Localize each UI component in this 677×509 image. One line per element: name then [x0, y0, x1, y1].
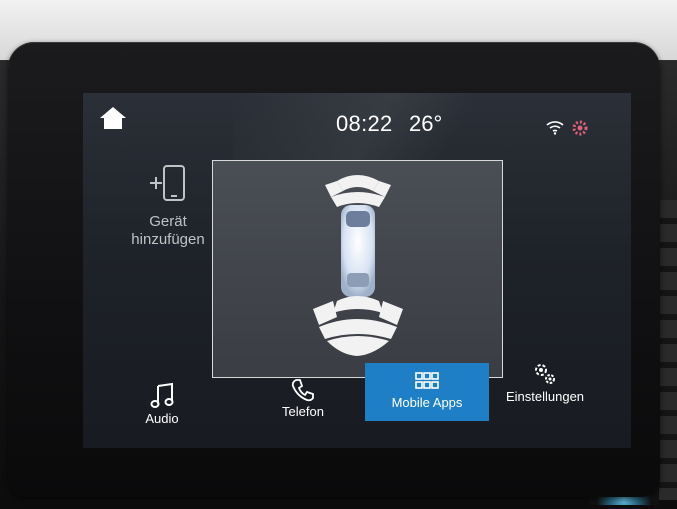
- phone-icon: [291, 379, 314, 402]
- nav-settings-label: Einstellungen: [505, 389, 585, 404]
- front-sensor-zones: [325, 175, 391, 207]
- nav-settings[interactable]: Einstellungen: [495, 359, 595, 419]
- parking-sensor-view: [212, 160, 503, 378]
- add-device-label-line1: Gerät: [149, 213, 187, 230]
- wifi-icon: [546, 121, 564, 135]
- grid-icon: [415, 372, 439, 389]
- parking-sensor-graphic: [313, 175, 403, 356]
- add-device-label-line2: hinzufügen: [131, 231, 205, 248]
- nav-mobile-apps-label: Mobile Apps: [391, 395, 463, 410]
- add-device-button[interactable]: Gerät hinzufügen: [118, 163, 218, 249]
- infotainment-screen: 08:22 26° Gerät hinzufügen Audio Telefon…: [83, 93, 631, 448]
- temperature: 26°: [409, 111, 443, 136]
- add-device-icon: [150, 165, 185, 201]
- nav-audio[interactable]: Audio: [127, 381, 197, 441]
- nav-phone-label: Telefon: [282, 404, 324, 419]
- nav-audio-label: Audio: [145, 411, 179, 426]
- nav-phone[interactable]: Telefon: [263, 376, 343, 436]
- rear-sensor-zones: [313, 296, 403, 356]
- music-note-icon: [150, 382, 174, 408]
- clock: 08:22: [336, 111, 393, 136]
- nav-mobile-apps[interactable]: Mobile Apps: [365, 363, 489, 421]
- home-icon[interactable]: [99, 105, 127, 131]
- gears-icon: [535, 364, 555, 384]
- gear-badge-icon: [572, 120, 588, 136]
